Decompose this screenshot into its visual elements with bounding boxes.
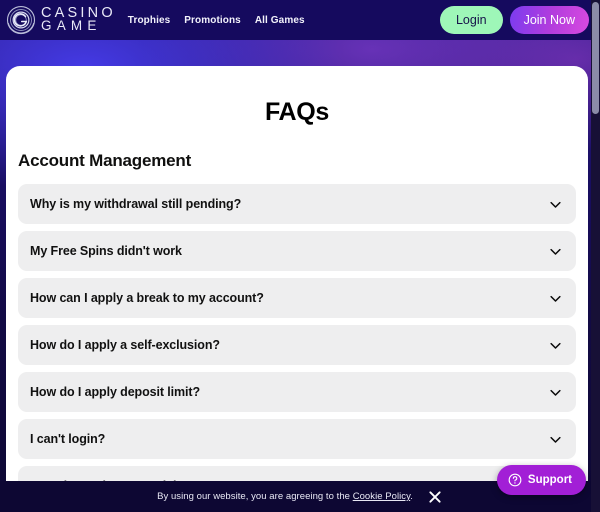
primary-nav: Trophies Promotions All Games bbox=[128, 15, 305, 26]
faq-accordion-list: Why is my withdrawal still pending? My F… bbox=[6, 184, 588, 486]
faq-item-self-exclusion[interactable]: How do I apply a self-exclusion? bbox=[18, 325, 576, 365]
cookie-policy-link[interactable]: Cookie Policy bbox=[353, 491, 411, 502]
page-title: FAQs bbox=[264, 98, 330, 126]
faq-question: How do I apply deposit limit? bbox=[30, 385, 201, 399]
faq-question: How do I apply a self-exclusion? bbox=[30, 338, 220, 352]
page-scrollbar-thumb[interactable] bbox=[592, 2, 599, 114]
brand-line-2: GAME bbox=[41, 18, 102, 34]
cookie-text-before: By using our website, you are agreeing t… bbox=[157, 491, 353, 502]
top-navigation-bar: CASINO GAME Trophies Promotions All Game… bbox=[0, 0, 600, 40]
faq-question: I can't login? bbox=[30, 432, 106, 446]
chevron-down-icon[interactable] bbox=[548, 432, 563, 447]
faq-question: My Free Spins didn't work bbox=[30, 244, 182, 258]
chevron-down-icon[interactable] bbox=[548, 291, 563, 306]
login-button[interactable]: Login bbox=[439, 6, 503, 34]
nav-item-promotions[interactable]: Promotions bbox=[184, 15, 241, 26]
support-button[interactable]: Support bbox=[496, 465, 586, 495]
chevron-down-icon[interactable] bbox=[548, 197, 563, 212]
cookie-text-after: . bbox=[410, 491, 413, 502]
question-circle-icon bbox=[508, 473, 522, 487]
nav-item-trophies[interactable]: Trophies bbox=[128, 15, 170, 26]
chevron-down-icon[interactable] bbox=[548, 338, 563, 353]
faq-item-withdrawal-pending[interactable]: Why is my withdrawal still pending? bbox=[18, 184, 576, 224]
casino-chip-logo-icon bbox=[6, 5, 36, 35]
brand-logo[interactable]: CASINO GAME bbox=[6, 5, 116, 35]
join-now-button[interactable]: Join Now bbox=[509, 6, 589, 34]
faq-card: FAQs Account Management Why is my withdr… bbox=[6, 66, 588, 486]
faq-question: How can I apply a break to my account? bbox=[30, 291, 264, 305]
faq-item-free-spins[interactable]: My Free Spins didn't work bbox=[18, 231, 576, 271]
auth-button-group: Login Join Now bbox=[439, 6, 592, 34]
faq-question: Why is my withdrawal still pending? bbox=[30, 197, 242, 211]
faq-item-deposit-limit[interactable]: How do I apply deposit limit? bbox=[18, 372, 576, 412]
support-button-label: Support bbox=[527, 474, 572, 486]
faq-item-apply-break[interactable]: How can I apply a break to my account? bbox=[18, 278, 576, 318]
chevron-down-icon[interactable] bbox=[548, 385, 563, 400]
close-icon[interactable] bbox=[427, 489, 443, 505]
chevron-down-icon[interactable] bbox=[548, 244, 563, 259]
cookie-consent-text: By using our website, you are agreeing t… bbox=[157, 491, 413, 502]
section-heading-account-management: Account Management bbox=[18, 151, 192, 170]
nav-item-all-games[interactable]: All Games bbox=[255, 15, 305, 26]
faq-item-cannot-login[interactable]: I can't login? bbox=[18, 419, 576, 459]
brand-wordmark: CASINO GAME bbox=[41, 6, 116, 34]
